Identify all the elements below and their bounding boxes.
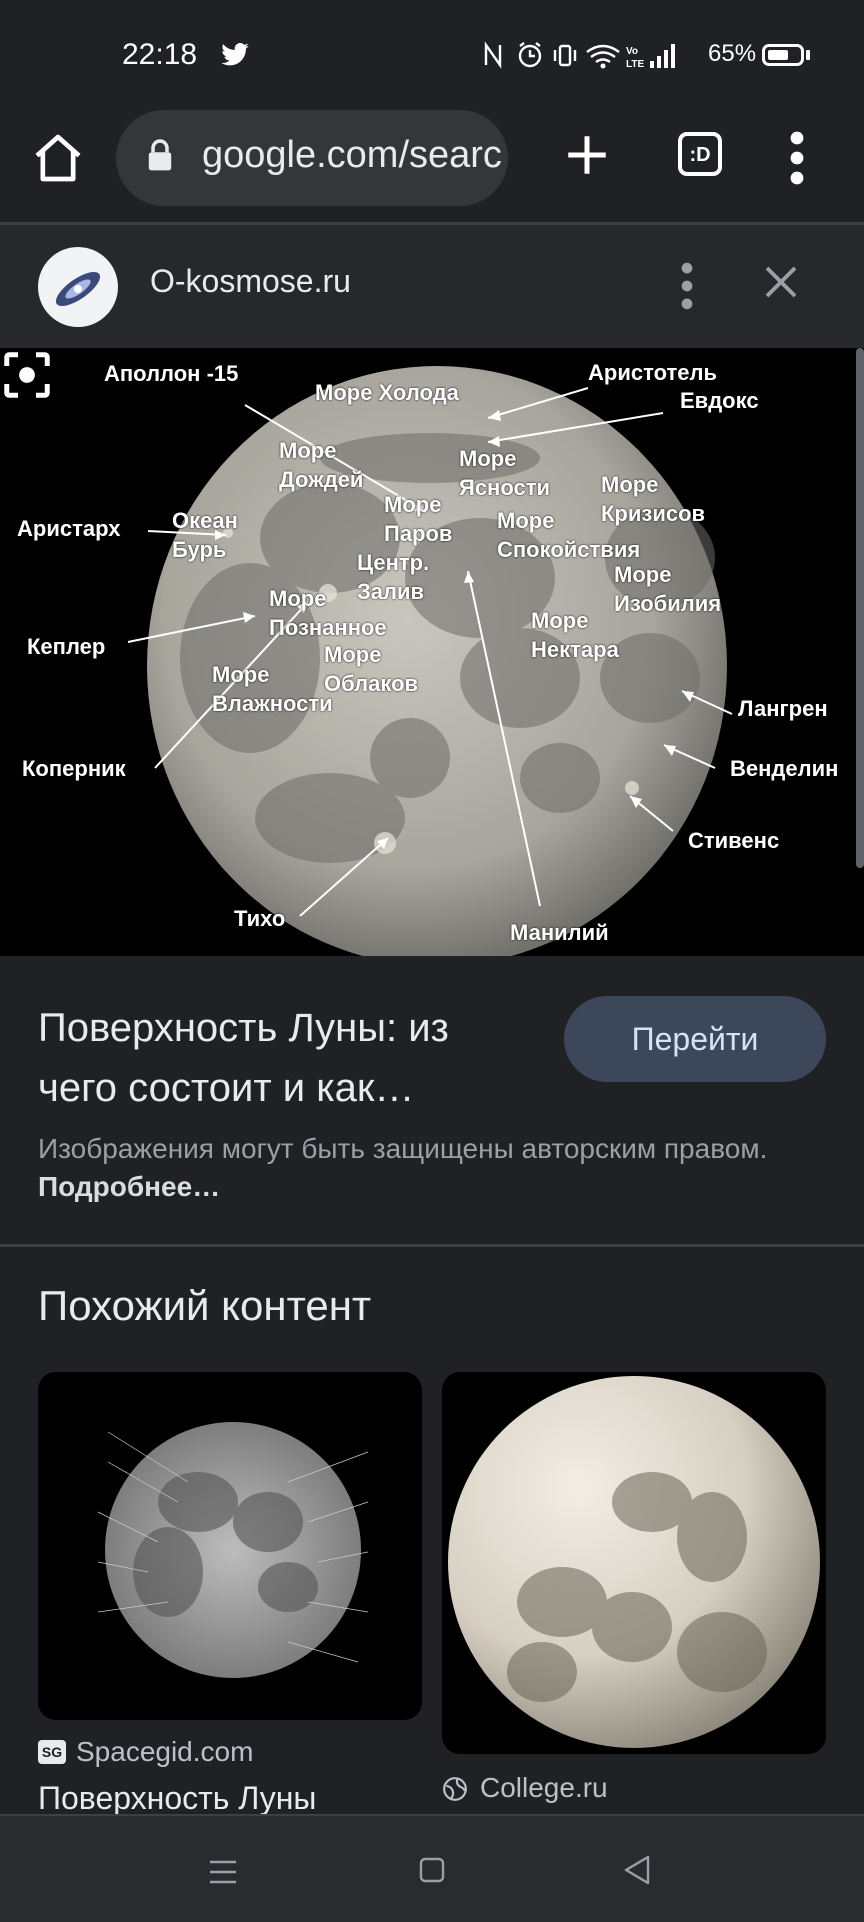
site-name[interactable]: O-kosmose.ru xyxy=(150,263,351,300)
scrollbar-thumb[interactable] xyxy=(856,348,864,868)
label-evdoks: Евдокс xyxy=(680,388,759,413)
label-vendelin: Венделин xyxy=(730,756,839,781)
label-line: Море xyxy=(269,586,327,611)
label-line: Море xyxy=(601,472,659,497)
label-more-vlazhnosti: Море Влажности xyxy=(212,660,333,718)
recent-apps-icon[interactable] xyxy=(208,1858,238,1886)
label-line: Море xyxy=(279,438,337,463)
label-line: Дождей xyxy=(279,467,364,492)
label-more-holoda: Море Холода xyxy=(315,380,459,405)
svg-text:LTE: LTE xyxy=(626,59,644,70)
label-line: Изобилия xyxy=(614,591,722,616)
url-text: google.com/search xyxy=(202,134,502,176)
label-line: Море xyxy=(497,508,555,533)
preview-header: O-kosmose.ru xyxy=(0,225,864,348)
status-bar: 22:18 Vo LTE 65% xyxy=(0,0,864,110)
label-more-nektara: Море Нектара xyxy=(531,606,619,664)
label-more-oblakov: Море Облаков xyxy=(324,640,418,698)
related-source-1[interactable]: Spacegid.com xyxy=(76,1736,253,1768)
svg-text:Vo: Vo xyxy=(626,46,638,57)
twitter-icon xyxy=(221,43,249,66)
close-icon[interactable] xyxy=(760,261,802,303)
battery-tip xyxy=(806,50,810,60)
copyright-notice: Изображения могут быть защищены авторски… xyxy=(38,1130,798,1206)
related-source-2[interactable]: College.ru xyxy=(480,1772,608,1804)
back-icon[interactable] xyxy=(622,1854,652,1886)
preview-title[interactable]: Поверхность Луны: из чего состоит и как… xyxy=(38,998,518,1118)
battery-percent: 65% xyxy=(708,40,757,67)
label-line: Море xyxy=(531,608,589,633)
address-bar[interactable]: google.com/search xyxy=(116,110,508,206)
visit-button[interactable]: Перейти xyxy=(564,996,826,1082)
label-more-parov: Море Паров xyxy=(384,490,452,548)
home-nav-icon[interactable] xyxy=(418,1856,446,1884)
label-line: Море xyxy=(459,446,517,471)
label-line: Центр. xyxy=(357,550,430,575)
related-thumbnail-2[interactable] xyxy=(442,1372,826,1754)
label-line: Океан xyxy=(172,508,238,533)
related-heading: Похожий контент xyxy=(38,1282,372,1329)
label-kepler: Кеплер xyxy=(27,634,106,659)
status-time: 22:18 xyxy=(122,38,198,71)
globe-icon xyxy=(443,1777,467,1801)
status-icons: Vo LTE xyxy=(484,41,675,70)
section-divider xyxy=(0,1244,864,1247)
system-nav-bar xyxy=(0,1814,864,1922)
label-more-spokoystviya: Море Спокойствия xyxy=(497,506,640,564)
label-line: Бурь xyxy=(172,537,227,562)
label-aristarh: Аристарх xyxy=(17,516,121,541)
label-apollo15: Аполлон -15 xyxy=(104,361,239,386)
tab-switcher-button[interactable]: :D xyxy=(678,132,722,176)
label-line: Море xyxy=(212,662,270,687)
label-more-izobiliya: Море Изобилия xyxy=(614,560,721,618)
label-line: Паров xyxy=(384,521,453,546)
label-line: Ясности xyxy=(459,475,551,500)
label-line: Облаков xyxy=(324,671,419,696)
label-line: Познанное xyxy=(269,615,387,640)
learn-more-link[interactable]: Подробнее… xyxy=(38,1171,220,1202)
label-line: Влажности xyxy=(212,691,333,716)
label-more-poznannoe: Море Познанное xyxy=(269,584,387,642)
moon-map-image xyxy=(448,1376,820,1748)
browser-toolbar: google.com/search :D xyxy=(0,110,864,222)
label-stivens: Стивенс xyxy=(688,828,780,853)
label-kopernik: Коперник xyxy=(22,756,126,781)
battery-icon xyxy=(762,44,804,66)
moon-photo xyxy=(127,366,733,956)
copyright-text: Изображения могут быть защищены авторски… xyxy=(38,1133,768,1164)
label-tiho: Тихо xyxy=(234,906,286,931)
spacegid-favicon: SG xyxy=(38,1740,66,1764)
related-thumbnail-1[interactable] xyxy=(38,1372,422,1720)
new-tab-icon[interactable] xyxy=(562,130,612,180)
label-more-yasnosti: Море Ясности xyxy=(459,444,550,502)
label-line: Море xyxy=(614,562,672,587)
label-line: Спокойствия xyxy=(497,537,641,562)
label-line: Нектара xyxy=(531,637,619,662)
home-icon[interactable] xyxy=(30,130,86,186)
preview-image[interactable]: Аполлон -15 Море Холода Аристотель Евдок… xyxy=(0,348,864,956)
more-vert-icon[interactable] xyxy=(782,130,812,186)
galaxy-icon xyxy=(55,271,101,307)
more-vert-icon[interactable] xyxy=(672,261,702,311)
lock-icon xyxy=(148,139,172,171)
battery-level xyxy=(768,50,788,60)
moon-map-image xyxy=(97,1422,369,1678)
label-okean-bur: Океан Бурь xyxy=(172,506,238,564)
site-favicon[interactable] xyxy=(38,247,118,327)
label-langren: Лангрен xyxy=(738,696,828,721)
label-more-dozhdey: Море Дождей xyxy=(279,436,363,494)
lens-search-icon[interactable] xyxy=(0,348,54,402)
label-line: Море xyxy=(384,492,442,517)
label-aristotel: Аристотель xyxy=(588,360,717,385)
related-title-1[interactable]: Поверхность Луны xyxy=(38,1780,316,1817)
label-maniliy: Манилий xyxy=(510,920,609,945)
